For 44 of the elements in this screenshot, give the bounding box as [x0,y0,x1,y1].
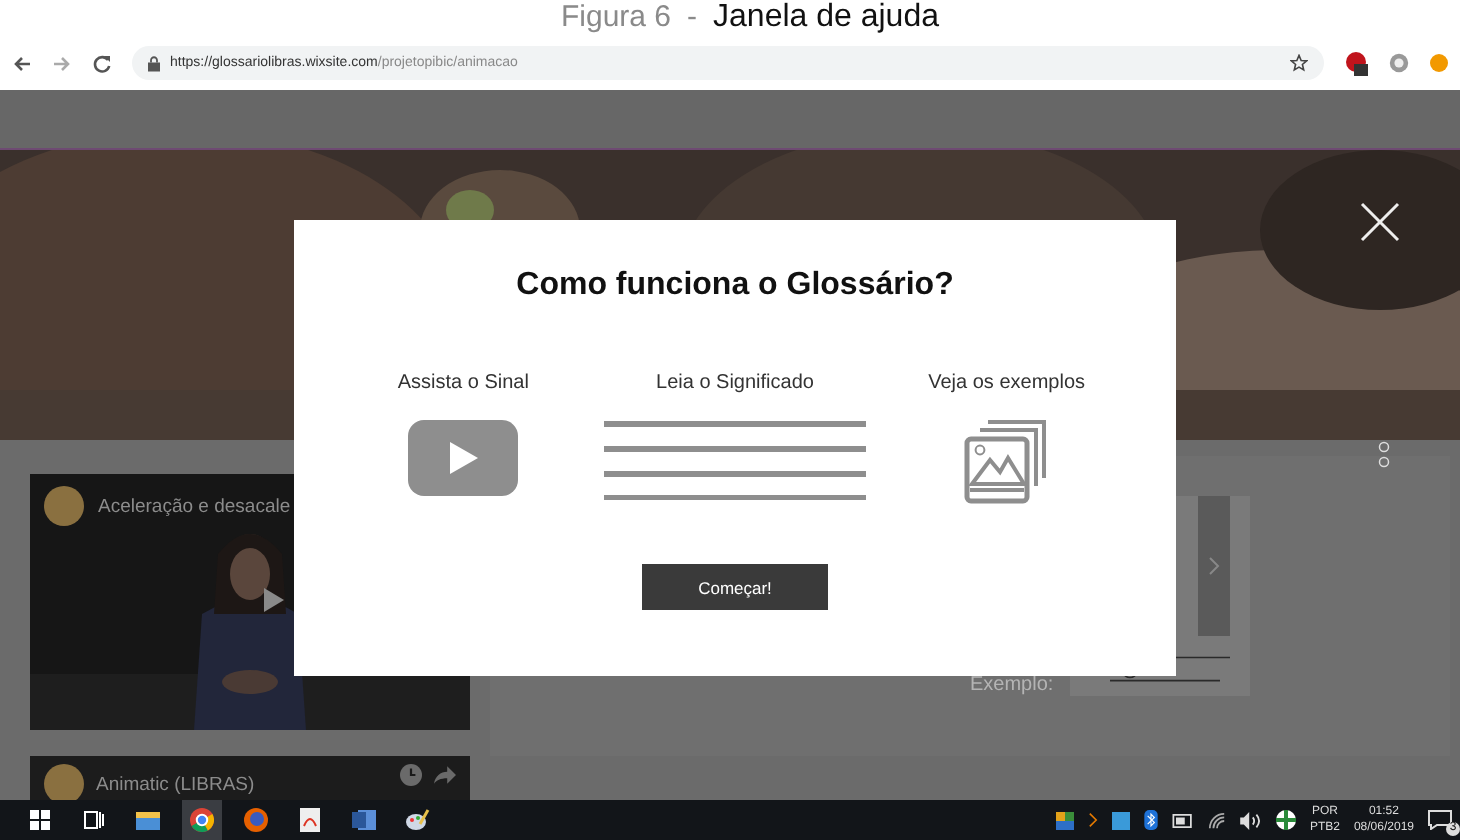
tray-app-icon[interactable] [1055,811,1074,829]
step-label: Assista o Sinal [397,372,529,394]
folder-icon [136,810,160,830]
reload-icon[interactable] [92,53,112,73]
close-icon[interactable] [1360,202,1400,242]
example-label: Exemplo: [970,674,1054,696]
battery-icon[interactable] [1171,813,1194,827]
separator-dash: - [687,0,698,36]
play-icon[interactable] [264,588,284,612]
chevron-right-icon [1207,556,1220,576]
taskbar-app[interactable] [182,800,222,840]
step-label: Veja os exemplos [928,372,1086,394]
image-gallery-icon [964,420,1049,504]
step-label: Leia o Significado [656,372,814,394]
notifications-icon[interactable] [1428,810,1452,830]
palette-icon [406,808,430,832]
tray-app-icon[interactable] [1111,811,1130,829]
extension-icon[interactable] [1344,51,1368,75]
start-button[interactable]: Começar! [642,564,828,610]
chevron-icon[interactable] [1087,812,1098,828]
channel-avatar [44,764,84,800]
dialog-title: Como funciona o Glossário? [516,268,954,304]
bluetooth-icon[interactable] [1143,810,1158,830]
security-icon[interactable] [1275,810,1296,830]
video-card[interactable]: Animatic (LIBRAS) [30,756,470,800]
video-title: Animatic (LIBRAS) [96,772,257,796]
browser-icon [190,808,214,832]
pdf-icon [300,808,320,832]
windows-icon [30,810,50,830]
video-play-icon [408,420,519,496]
speaker-icon[interactable] [1239,811,1262,829]
lock-icon [148,55,160,71]
clock-icon[interactable] [400,764,422,786]
fox-browser-icon [244,808,268,832]
video-title: Aceleração e desacale [98,495,291,517]
text-lines-icon [603,420,866,500]
figure-title: Janela de ajuda [713,0,939,36]
back-icon[interactable] [12,53,32,73]
wifi-icon[interactable] [1207,811,1226,829]
star-icon[interactable] [1290,54,1308,72]
figure-number: Figura 6 [560,0,672,36]
share-icon[interactable] [434,764,456,786]
task-view-icon [84,810,104,830]
word-icon [352,808,376,832]
